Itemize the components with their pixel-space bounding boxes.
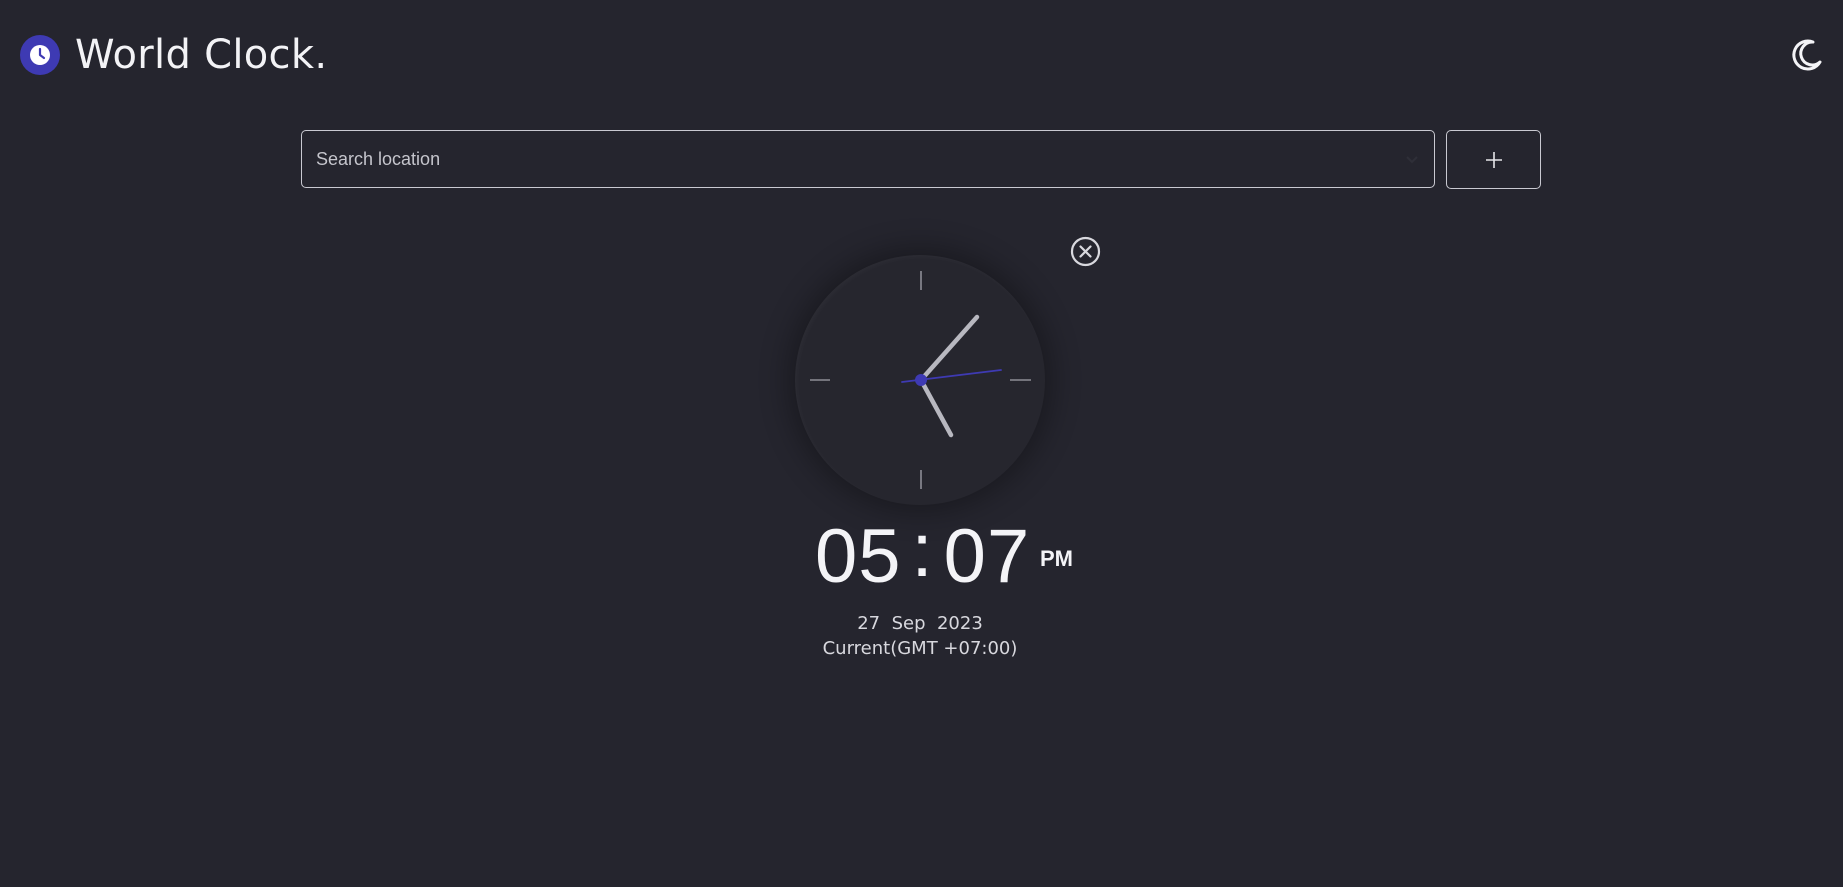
moon-icon[interactable] bbox=[1787, 35, 1827, 75]
add-location-button[interactable] bbox=[1446, 130, 1541, 189]
date-day: 27 bbox=[857, 613, 881, 634]
search-location-combobox[interactable] bbox=[301, 130, 1435, 188]
hour-digits: 05 bbox=[815, 514, 902, 599]
date-month: Sep bbox=[891, 613, 926, 634]
minute-hand bbox=[918, 314, 980, 383]
time-hh-mm: 05:07 bbox=[815, 508, 1031, 602]
search-input[interactable] bbox=[302, 131, 1382, 187]
date-year: 2023 bbox=[936, 613, 983, 634]
app-header: World Clock. bbox=[0, 0, 1843, 110]
close-circle-icon bbox=[1070, 236, 1101, 267]
plus-icon bbox=[1485, 151, 1502, 168]
chevron-down-icon[interactable] bbox=[1402, 149, 1422, 169]
date-label: 27 Sep 2023 bbox=[770, 611, 1070, 637]
ampm-label: PM bbox=[1040, 546, 1073, 571]
hour-hand bbox=[918, 377, 954, 438]
digital-time: 05:07 PM bbox=[815, 508, 1095, 602]
remove-clock-button[interactable] bbox=[1070, 236, 1101, 267]
analog-clock bbox=[795, 255, 1045, 505]
time-separator: : bbox=[911, 508, 934, 593]
clock-center-dot bbox=[915, 374, 927, 386]
minute-digits: 07 bbox=[943, 514, 1031, 599]
app-title: World Clock. bbox=[75, 32, 328, 78]
clock-logo-icon bbox=[20, 35, 60, 75]
timezone-label: Current(GMT +07:00) bbox=[822, 638, 1018, 659]
